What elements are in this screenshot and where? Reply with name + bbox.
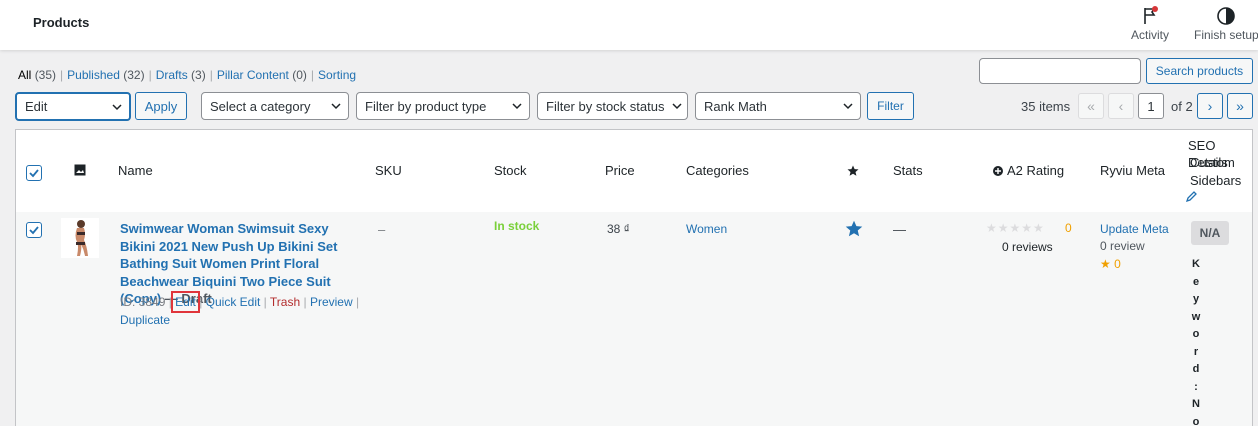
page-title: Products (33, 15, 90, 30)
a2-reviews: 0 reviews (1002, 240, 1053, 254)
select-all-checkbox[interactable] (26, 165, 42, 181)
activity-button[interactable]: Activity (1131, 6, 1169, 42)
product-thumbnail[interactable] (61, 218, 99, 258)
chevron-down-icon (843, 103, 853, 110)
pencil-icon[interactable] (1186, 190, 1198, 202)
category-link[interactable]: Women (686, 222, 727, 236)
apply-button[interactable]: Apply (135, 92, 187, 120)
column-seo[interactable]: SEO (1188, 138, 1215, 153)
view-all[interactable]: All (35) (18, 68, 56, 82)
star-icon[interactable] (847, 165, 859, 177)
stats-value: — (893, 222, 906, 237)
product-id: ID: 3849 (120, 295, 166, 309)
column-categories: Categories (686, 163, 749, 178)
image-icon (74, 164, 86, 176)
top-bar: Products Activity Finish setup (0, 0, 1258, 50)
stock-status: In stock (494, 219, 540, 233)
price-value: 38 ₫ (607, 222, 630, 236)
view-pillar-content[interactable]: Pillar Content (0) (217, 68, 307, 82)
product-image (75, 220, 88, 256)
seo-score-badge[interactable]: N/A (1191, 221, 1229, 245)
bulk-action-value: Edit (25, 99, 48, 114)
rank-math-select[interactable]: Rank Math (695, 92, 861, 120)
bulk-action-select[interactable]: Edit (15, 92, 131, 121)
column-sku[interactable]: SKU (375, 163, 402, 178)
column-name[interactable]: Name (118, 163, 153, 178)
product-type-select[interactable]: Filter by product type (356, 92, 530, 120)
flag-icon (1144, 6, 1158, 24)
duplicate-link[interactable]: Duplicate (120, 313, 170, 327)
chevron-down-icon (512, 103, 522, 110)
category-select[interactable]: Select a category (201, 92, 349, 120)
filter-button[interactable]: Filter (867, 92, 914, 120)
row-checkbox[interactable] (26, 222, 42, 238)
activity-label: Activity (1131, 28, 1170, 42)
view-drafts[interactable]: Drafts (3) (156, 68, 206, 82)
category-value: Select a category (210, 98, 311, 114)
total-pages: of 2 (1171, 99, 1193, 114)
preview-link[interactable]: Preview (310, 295, 353, 309)
column-stock: Stock (494, 163, 527, 178)
column-ryviu-meta: Ryviu Meta (1100, 163, 1166, 178)
prev-page-button[interactable]: ‹ (1108, 93, 1134, 119)
column-custom-sidebars: Custom Sidebars (1190, 155, 1242, 188)
edit-link[interactable]: Edit (171, 291, 200, 313)
finish-setup-button[interactable]: Finish setup (1194, 6, 1258, 42)
table-header: Name SKU Stock Price Categories Stats A2… (15, 129, 1253, 213)
last-page-button[interactable]: » (1227, 93, 1253, 119)
stock-status-select[interactable]: Filter by stock status (537, 92, 688, 120)
featured-star-icon[interactable] (845, 220, 863, 238)
check-icon (29, 169, 39, 178)
column-price[interactable]: Price (605, 163, 635, 178)
chevron-down-icon (672, 103, 682, 110)
view-published[interactable]: Published (32) (67, 68, 144, 82)
table-row: Swimwear Woman Swimsuit Sexy Bikini 2021… (15, 212, 1253, 426)
view-filters: All (35) | Published (32) | Drafts (3) | Pilla… (18, 68, 357, 82)
rank-math-value: Rank Math (704, 98, 767, 114)
update-meta-link[interactable]: Update Meta (1100, 222, 1169, 236)
half-circle-icon (1217, 7, 1235, 25)
rating-stars-icon: ★★★★★ (986, 221, 1045, 235)
next-page-button[interactable]: › (1197, 93, 1223, 119)
chevron-down-icon (331, 103, 341, 110)
items-count: 35 items (1021, 99, 1071, 114)
focus-keyword-vertical: K e y w o r d : N o (1191, 258, 1201, 426)
a2-rating-value: 0 (1065, 221, 1072, 235)
sku-value: – (378, 222, 386, 237)
check-icon (29, 226, 39, 235)
first-page-button[interactable]: « (1078, 93, 1104, 119)
search-input[interactable] (979, 58, 1141, 84)
circle-plus-icon (993, 166, 1003, 176)
finish-setup-label: Finish setup (1194, 28, 1258, 42)
search-products-button[interactable]: Search products (1146, 58, 1253, 84)
current-page-input[interactable]: 1 (1138, 93, 1164, 119)
quick-edit-link[interactable]: Quick Edit (206, 295, 261, 309)
column-stats: Stats (893, 163, 923, 178)
stock-status-value: Filter by stock status (546, 98, 665, 114)
view-sorting[interactable]: Sorting (318, 68, 356, 82)
chevron-down-icon (112, 104, 122, 111)
row-actions: ID: 3849 | Edit | Quick Edit | Trash | P… (120, 291, 360, 327)
ryviu-star-rating: ★ 0 (1100, 257, 1121, 271)
column-a2-rating: A2 Rating (1007, 163, 1065, 178)
trash-link[interactable]: Trash (270, 295, 300, 309)
product-type-value: Filter by product type (365, 98, 487, 114)
ryviu-review-count: 0 review (1100, 239, 1145, 253)
